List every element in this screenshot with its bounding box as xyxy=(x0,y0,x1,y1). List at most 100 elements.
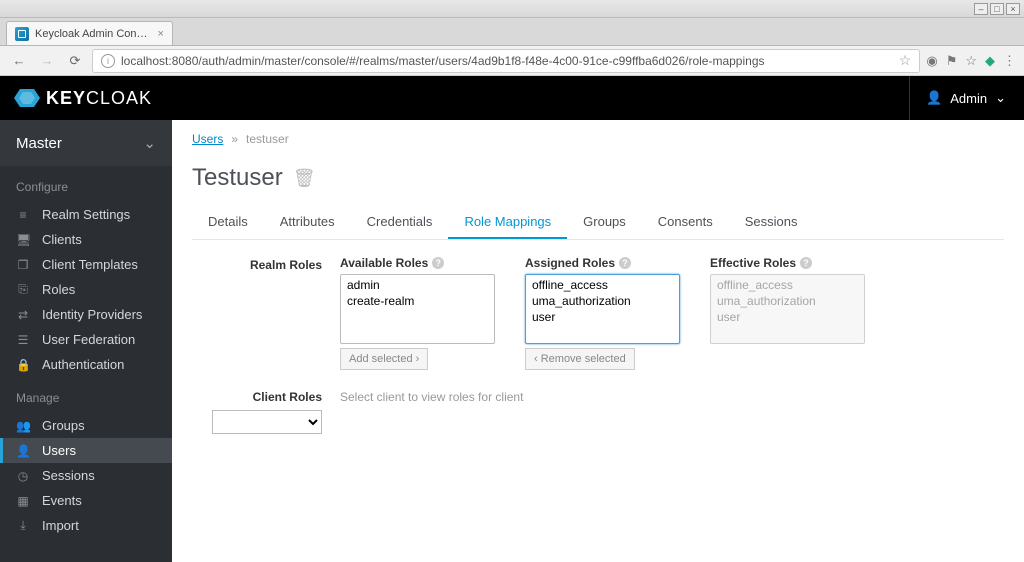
logo-icon xyxy=(14,85,40,111)
client-select[interactable] xyxy=(212,410,322,434)
role-option[interactable]: user xyxy=(528,309,677,325)
effective-roles-select: offline_accessuma_authorizationuser xyxy=(710,274,865,344)
sidebar-item-identity-providers[interactable]: ⇄ Identity Providers xyxy=(0,302,172,327)
sidebar-item-label: Authentication xyxy=(42,357,124,372)
sidebar-item-roles[interactable]: ⎘ Roles xyxy=(0,277,172,302)
sidebar-item-label: Realm Settings xyxy=(42,207,130,222)
sidebar-item-label: Import xyxy=(42,518,79,533)
desktop-icon: 🖥 xyxy=(16,233,30,247)
available-roles-select[interactable]: admincreate-realm xyxy=(340,274,495,344)
sidebar-item-clients[interactable]: 🖥Clients xyxy=(0,227,172,252)
window-close-button[interactable]: × xyxy=(1006,3,1020,15)
help-icon[interactable]: ? xyxy=(432,257,444,269)
sidebar-item-sessions[interactable]: ◷ Sessions xyxy=(0,463,172,488)
add-selected-button[interactable]: Add selected › xyxy=(340,348,428,370)
extension-icon[interactable]: ⚑ xyxy=(946,53,958,69)
sidebar-item-label: User Federation xyxy=(42,332,135,347)
nav-forward-button[interactable]: → xyxy=(36,50,58,72)
sidebar-item-user-federation[interactable]: ☰User Federation xyxy=(0,327,172,352)
group-icon: 👥 xyxy=(16,419,30,433)
clock-icon: ◷ xyxy=(16,469,30,483)
tab-role-mappings[interactable]: Role Mappings xyxy=(448,206,567,239)
tab-attributes[interactable]: Attributes xyxy=(264,206,351,239)
effective-roles-box: Effective Roles ? offline_accessuma_auth… xyxy=(710,256,865,370)
available-roles-box: Available Roles ? admincreate-realm Add … xyxy=(340,256,495,370)
role-option[interactable]: admin xyxy=(343,277,492,293)
assigned-roles-select[interactable]: offline_accessuma_authorizationuser xyxy=(525,274,680,344)
page-title-text: Testuser xyxy=(192,164,283,192)
role-option[interactable]: offline_access xyxy=(528,277,677,293)
brand-text: KEYCLOAK xyxy=(46,88,152,109)
bookmark-icon[interactable]: ☆ xyxy=(899,52,912,69)
chevron-down-icon: ⌄ xyxy=(995,90,1006,106)
sidebar-item-label: Identity Providers xyxy=(42,307,142,322)
tab-consents[interactable]: Consents xyxy=(642,206,729,239)
sidebar-item-client-templates[interactable]: ❐Client Templates xyxy=(0,252,172,277)
browser-tab[interactable]: Keycloak Admin Con… × xyxy=(6,21,173,45)
realm-selector[interactable]: Master ⌄ xyxy=(0,120,172,166)
user-label: Admin xyxy=(950,91,987,106)
role-option[interactable]: user xyxy=(713,309,862,325)
sliders-icon: ≡ xyxy=(16,208,30,222)
app-header: KEYCLOAK 👤 Admin ⌄ xyxy=(0,76,1024,120)
sidebar: Master ⌄ Configure ≡Realm Settings🖥Clien… xyxy=(0,120,172,562)
role-option[interactable]: uma_authorization xyxy=(528,293,677,309)
exchange-icon: ⇄ xyxy=(16,308,30,322)
extension-icon-3[interactable]: ◆ xyxy=(985,53,995,69)
role-option[interactable]: create-realm xyxy=(343,293,492,309)
sidebar-item-authentication[interactable]: 🔒 Authentication xyxy=(0,352,172,377)
sidebar-item-label: Sessions xyxy=(42,468,95,483)
extension-icons: ◉ ⚑ ☆ ◆ ⋮ xyxy=(926,53,1016,69)
client-roles-placeholder: Select client to view roles for client xyxy=(340,388,523,434)
browser-tab-title: Keycloak Admin Con… xyxy=(35,28,148,40)
nav-reload-button[interactable]: ⟳ xyxy=(64,50,86,72)
sidebar-section-manage: Manage xyxy=(0,377,172,413)
lock-icon: 🔒 xyxy=(16,358,30,372)
user-menu[interactable]: 👤 Admin ⌄ xyxy=(909,76,1006,120)
page-title: Testuser 🗑 xyxy=(192,164,1004,192)
sidebar-item-label: Roles xyxy=(42,282,75,297)
sidebar-item-realm-settings[interactable]: ≡ Realm Settings xyxy=(0,202,172,227)
sidebar-item-import[interactable]: ⤓ Import xyxy=(0,513,172,538)
role-option[interactable]: uma_authorization xyxy=(713,293,862,309)
address-bar[interactable]: i localhost:8080/auth/admin/master/conso… xyxy=(92,49,920,73)
sidebar-item-events[interactable]: ▦Events xyxy=(0,488,172,513)
extension-icon-2[interactable]: ☆ xyxy=(965,53,977,69)
client-roles-label: Client Roles xyxy=(253,390,322,404)
favicon-icon xyxy=(15,27,29,41)
nav-back-button[interactable]: ← xyxy=(8,50,30,72)
content-tabs: DetailsAttributesCredentialsRole Mapping… xyxy=(192,206,1004,240)
sidebar-item-users[interactable]: 👤 Users xyxy=(0,438,172,463)
user-icon: 👤 xyxy=(16,444,30,458)
sidebar-item-label: Users xyxy=(42,443,76,458)
puzzle-icon: ❐ xyxy=(16,258,30,272)
import-icon: ⤓ xyxy=(16,518,30,533)
user-icon: 👤 xyxy=(926,90,942,106)
window-maximize-button[interactable]: □ xyxy=(990,3,1004,15)
browser-menu-icon[interactable]: ⋮ xyxy=(1003,53,1016,69)
breadcrumb: Users » testuser xyxy=(192,132,1004,146)
help-icon[interactable]: ? xyxy=(800,257,812,269)
brand-logo[interactable]: KEYCLOAK xyxy=(14,85,152,111)
tab-sessions[interactable]: Sessions xyxy=(729,206,814,239)
role-option[interactable]: offline_access xyxy=(713,277,862,293)
profile-icon[interactable]: ◉ xyxy=(926,53,937,69)
delete-icon[interactable]: 🗑 xyxy=(293,168,316,189)
effective-roles-label: Effective Roles xyxy=(710,256,796,270)
tab-groups[interactable]: Groups xyxy=(567,206,642,239)
tag-icon: ⎘ xyxy=(16,282,30,297)
browser-toolbar: ← → ⟳ i localhost:8080/auth/admin/master… xyxy=(0,46,1024,76)
help-icon[interactable]: ? xyxy=(619,257,631,269)
remove-selected-button[interactable]: ‹ Remove selected xyxy=(525,348,635,370)
window-minimize-button[interactable]: – xyxy=(974,3,988,15)
available-roles-label: Available Roles xyxy=(340,256,428,270)
breadcrumb-root[interactable]: Users xyxy=(192,132,223,146)
tab-details[interactable]: Details xyxy=(192,206,264,239)
role-mappings-form: Realm Roles Available Roles ? admincreat… xyxy=(192,240,1004,434)
tab-close-icon[interactable]: × xyxy=(158,28,164,40)
sidebar-item-groups[interactable]: 👥Groups xyxy=(0,413,172,438)
breadcrumb-current: testuser xyxy=(246,132,289,146)
tab-credentials[interactable]: Credentials xyxy=(351,206,449,239)
breadcrumb-sep: » xyxy=(231,132,238,146)
site-info-icon[interactable]: i xyxy=(101,54,115,68)
